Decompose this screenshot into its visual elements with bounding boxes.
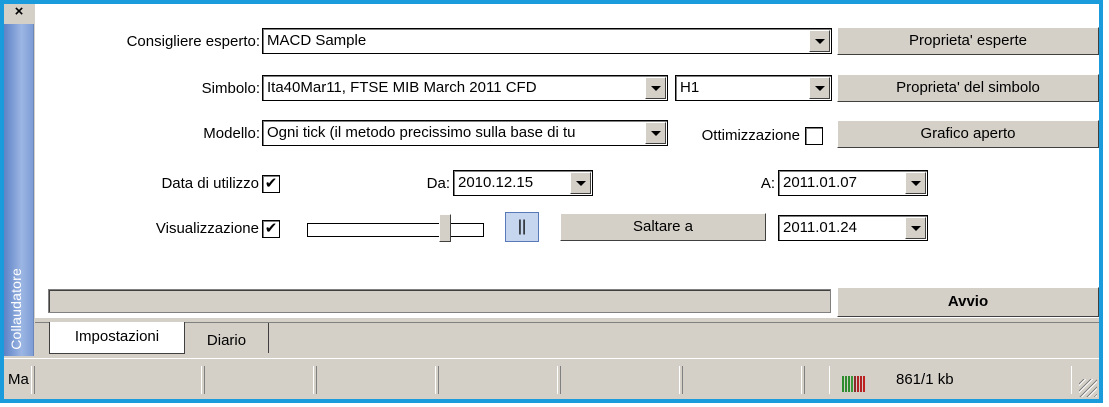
symbol-value: Ita40Mar11, FTSE MIB March 2011 CFD: [267, 79, 537, 96]
open-chart-button[interactable]: Grafico aperto: [837, 120, 1099, 148]
optimization-checkbox[interactable]: [805, 127, 823, 145]
chevron-down-icon[interactable]: [809, 30, 830, 52]
test-progress-bar: [48, 289, 831, 313]
skip-date-select[interactable]: 2011.01.24: [778, 215, 928, 241]
from-date-value: 2010.12.15: [458, 174, 534, 191]
from-label: Da:: [426, 175, 450, 192]
expert-value: MACD Sample: [267, 32, 367, 49]
from-date-select[interactable]: 2010.12.15: [453, 170, 593, 196]
expert-properties-button[interactable]: Proprieta' esperte: [837, 27, 1099, 55]
chevron-down-icon[interactable]: [645, 77, 666, 99]
model-label: Modello:: [203, 125, 260, 142]
symbol-label: Simbolo:: [201, 80, 260, 97]
chevron-down-icon[interactable]: [809, 77, 830, 99]
status-cell: [438, 366, 558, 394]
chevron-down-icon[interactable]: [645, 122, 666, 144]
visual-checkbox[interactable]: ✔: [262, 220, 280, 238]
status-cell: [560, 366, 680, 394]
use-date-checkbox[interactable]: ✔: [262, 175, 280, 193]
chevron-down-icon[interactable]: [905, 217, 926, 239]
tab-settings[interactable]: Impostazioni: [49, 322, 185, 354]
period-value: H1: [680, 79, 700, 96]
pause-button[interactable]: ||: [505, 212, 539, 242]
to-date-value: 2011.01.07: [783, 174, 857, 191]
to-date-select[interactable]: 2011.01.07: [778, 170, 928, 196]
status-cell: [804, 366, 830, 394]
tester-window: × Collaudatore Consigliere esperto: MACD…: [0, 0, 1103, 403]
skip-to-button[interactable]: Saltare a: [560, 213, 766, 241]
skip-date-value: 2011.01.24: [783, 219, 857, 236]
status-cell: [682, 366, 802, 394]
chevron-down-icon[interactable]: [570, 172, 591, 194]
status-cell: [204, 366, 314, 394]
start-button[interactable]: Avvio: [837, 287, 1099, 317]
tab-bar: Impostazioni Diario: [35, 322, 1099, 356]
speed-slider-handle[interactable]: [439, 214, 451, 242]
to-label: A:: [760, 175, 775, 192]
close-icon[interactable]: ×: [4, 4, 34, 24]
sidebar-title: Collaudatore: [8, 268, 24, 350]
tester-sidebar: × Collaudatore: [4, 4, 34, 356]
status-cell: [34, 366, 202, 394]
symbol-select[interactable]: Ita40Mar11, FTSE MIB March 2011 CFD: [262, 75, 668, 101]
optimization-label: Ottimizzazione: [701, 127, 800, 144]
status-cell: [316, 366, 436, 394]
resize-grip-icon[interactable]: [1079, 379, 1097, 397]
tab-journal[interactable]: Diario: [185, 323, 269, 353]
status-cell-mode: Ma: [4, 366, 32, 394]
chevron-down-icon[interactable]: [905, 172, 926, 194]
settings-panel: Consigliere esperto: MACD Sample Proprie…: [35, 4, 1099, 318]
expert-select[interactable]: MACD Sample: [262, 28, 832, 54]
traffic-status: 861/1 kb: [872, 366, 1072, 394]
model-value: Ogni tick (il metodo precissimo sulla ba…: [267, 124, 576, 141]
symbol-properties-button[interactable]: Proprieta' del simbolo: [837, 74, 1099, 102]
model-select[interactable]: Ogni tick (il metodo precissimo sulla ba…: [262, 120, 668, 146]
speed-slider-track[interactable]: [307, 223, 484, 237]
period-select[interactable]: H1: [675, 75, 832, 101]
visual-label: Visualizzazione: [155, 220, 259, 237]
use-date-label: Data di utilizzo: [161, 175, 259, 192]
connection-bars-icon: [842, 376, 868, 392]
status-bar: Ma 861/1 kb: [4, 358, 1099, 399]
expert-label: Consigliere esperto:: [126, 33, 260, 50]
